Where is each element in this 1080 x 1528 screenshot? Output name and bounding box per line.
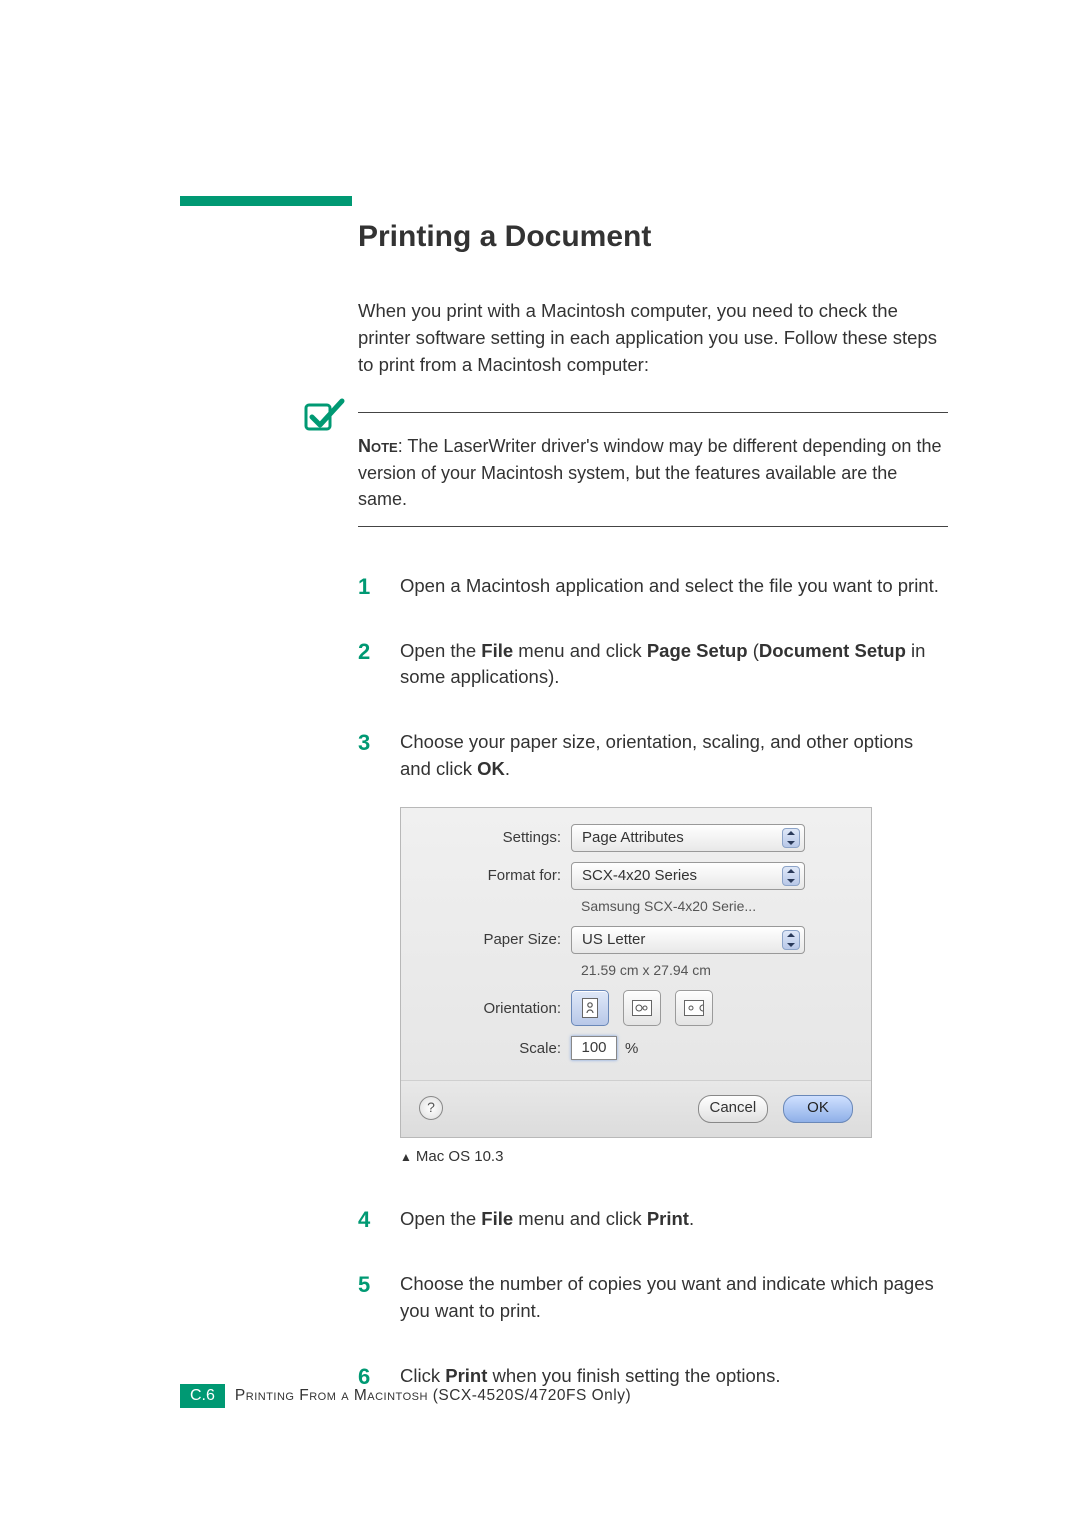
page-setup-figure: Settings: Page Attributes Format for: SC…: [400, 807, 948, 1168]
ok-button[interactable]: OK: [783, 1095, 853, 1123]
page-title: Printing a Document: [358, 0, 948, 254]
settings-value: Page Attributes: [582, 827, 684, 849]
formatfor-label: Format for:: [425, 865, 571, 887]
step-number: 3: [358, 727, 370, 759]
page-number-badge: C.6: [180, 1384, 225, 1408]
page-setup-dialog: Settings: Page Attributes Format for: SC…: [400, 807, 872, 1139]
step-3: 3 Choose your paper size, orientation, s…: [358, 729, 948, 1168]
step-5-text: Choose the number of copies you want and…: [400, 1273, 934, 1321]
orientation-landscape-left-button[interactable]: [675, 990, 713, 1026]
triangle-up-icon: ▲: [400, 1150, 412, 1164]
landscape-icon: [684, 1000, 704, 1016]
cancel-button[interactable]: Cancel: [698, 1095, 768, 1123]
formatfor-value: SCX-4x20 Series: [582, 865, 697, 887]
step-3-text: Choose your paper size, orientation, sca…: [400, 731, 913, 779]
footer-text: Printing From a Macintosh (SCX-4520S/472…: [235, 1387, 631, 1405]
scale-label: Scale:: [425, 1038, 571, 1060]
step-2-text: Open the File menu and click Page Setup …: [400, 640, 925, 688]
landscape-icon: [632, 1000, 652, 1016]
papersize-label: Paper Size:: [425, 929, 571, 951]
step-1: 1 Open a Macintosh application and selec…: [358, 573, 948, 600]
settings-label: Settings:: [425, 827, 571, 849]
papersize-subtext: 21.59 cm x 27.94 cm: [581, 960, 847, 980]
steps-list: 1 Open a Macintosh application and selec…: [358, 573, 948, 1390]
page-footer: C.6 Printing From a Macintosh (SCX-4520S…: [180, 1384, 631, 1408]
papersize-row: Paper Size: US Letter: [425, 926, 847, 954]
stepper-icon: [782, 930, 800, 950]
papersize-select[interactable]: US Letter: [571, 926, 805, 954]
note-text: Note: The LaserWriter driver's window ma…: [358, 433, 948, 511]
step-4-text: Open the File menu and click Print.: [400, 1208, 694, 1229]
note-label: Note: [358, 436, 398, 456]
dialog-button-group: Cancel OK: [688, 1093, 853, 1123]
step-2: 2 Open the File menu and click Page Setu…: [358, 638, 948, 692]
dialog-footer: ? Cancel OK: [401, 1081, 871, 1137]
help-button[interactable]: ?: [419, 1096, 443, 1120]
intro-paragraph: When you print with a Macintosh computer…: [358, 298, 948, 378]
stepper-icon: [782, 866, 800, 886]
section-rule: [180, 196, 352, 206]
step-6-text: Click Print when you finish setting the …: [400, 1365, 780, 1386]
orientation-portrait-button[interactable]: [571, 990, 609, 1026]
figure-caption: ▲Mac OS 10.3: [400, 1146, 948, 1168]
scale-input[interactable]: 100: [571, 1036, 617, 1060]
papersize-value: US Letter: [582, 929, 645, 951]
orientation-label: Orientation:: [425, 998, 571, 1020]
orientation-row: Orientation:: [425, 990, 847, 1026]
settings-select[interactable]: Page Attributes: [571, 824, 805, 852]
formatfor-select[interactable]: SCX-4x20 Series: [571, 862, 805, 890]
orientation-landscape-right-button[interactable]: [623, 990, 661, 1026]
formatfor-subtext: Samsung SCX-4x20 Serie...: [581, 896, 847, 916]
scale-unit: %: [625, 1038, 638, 1060]
document-page: Printing a Document When you print with …: [0, 0, 1080, 1528]
step-number: 4: [358, 1204, 370, 1236]
portrait-icon: [582, 998, 598, 1018]
step-number: 1: [358, 571, 370, 603]
checkmark-icon: [302, 395, 346, 444]
step-4: 4 Open the File menu and click Print.: [358, 1206, 948, 1233]
formatfor-row: Format for: SCX-4x20 Series: [425, 862, 847, 890]
content-column: Printing a Document When you print with …: [358, 0, 948, 1389]
dialog-body: Settings: Page Attributes Format for: SC…: [401, 808, 871, 1082]
stepper-icon: [782, 828, 800, 848]
step-1-text: Open a Macintosh application and select …: [400, 575, 939, 596]
step-number: 5: [358, 1269, 370, 1301]
note-block: Note: The LaserWriter driver's window ma…: [358, 412, 948, 526]
settings-row: Settings: Page Attributes: [425, 824, 847, 852]
note-body: : The LaserWriter driver's window may be…: [358, 436, 941, 508]
scale-row: Scale: 100 %: [425, 1036, 847, 1060]
step-number: 2: [358, 636, 370, 668]
step-5: 5 Choose the number of copies you want a…: [358, 1271, 948, 1325]
